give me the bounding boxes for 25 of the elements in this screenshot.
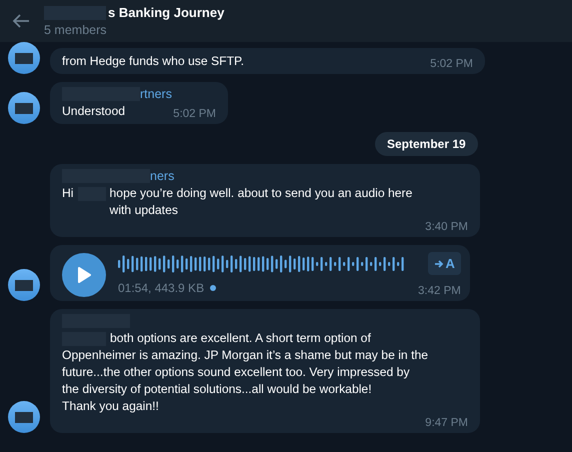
member-count: 5 members xyxy=(44,23,108,37)
date-divider: September 19 xyxy=(375,132,478,156)
back-icon[interactable] xyxy=(12,13,30,29)
audio-info: 01:54, 443.9 KB xyxy=(118,281,204,295)
message-time: 3:42 PM xyxy=(418,285,461,297)
redacted-block xyxy=(15,412,33,422)
chat-title: s Banking Journey xyxy=(108,5,224,20)
redacted-block xyxy=(15,52,33,64)
message-text: Understood xyxy=(62,103,126,120)
redacted-block xyxy=(15,102,33,114)
message-text: both options are excellent. A short term option of Oppenheimer is amazing. JP Morgan it’s a shame but may be in the future...the other options sound excellent too. Very impressed by the diversity of potential solutions...all would be workable! Thank you again!! xyxy=(62,331,428,413)
greeting-text: Hi xyxy=(62,185,74,202)
message-time: 9:47 PM xyxy=(425,417,468,429)
play-button[interactable] xyxy=(62,253,106,297)
message-time: 5:02 PM xyxy=(430,58,473,70)
message-text: hope you’re doing well. about to send you an audio here with updates xyxy=(110,185,412,219)
play-icon xyxy=(77,267,91,283)
arrow-icon xyxy=(434,258,444,268)
message-time: 3:40 PM xyxy=(425,221,468,233)
redacted-block xyxy=(15,280,33,290)
message-time: 5:02 PM xyxy=(173,108,216,120)
message-text: from Hedge funds who use SFTP. xyxy=(62,53,244,70)
sender-name: rtners xyxy=(140,87,172,101)
sender-name: ners xyxy=(150,169,174,183)
transcribe-button[interactable]: A xyxy=(428,252,461,275)
